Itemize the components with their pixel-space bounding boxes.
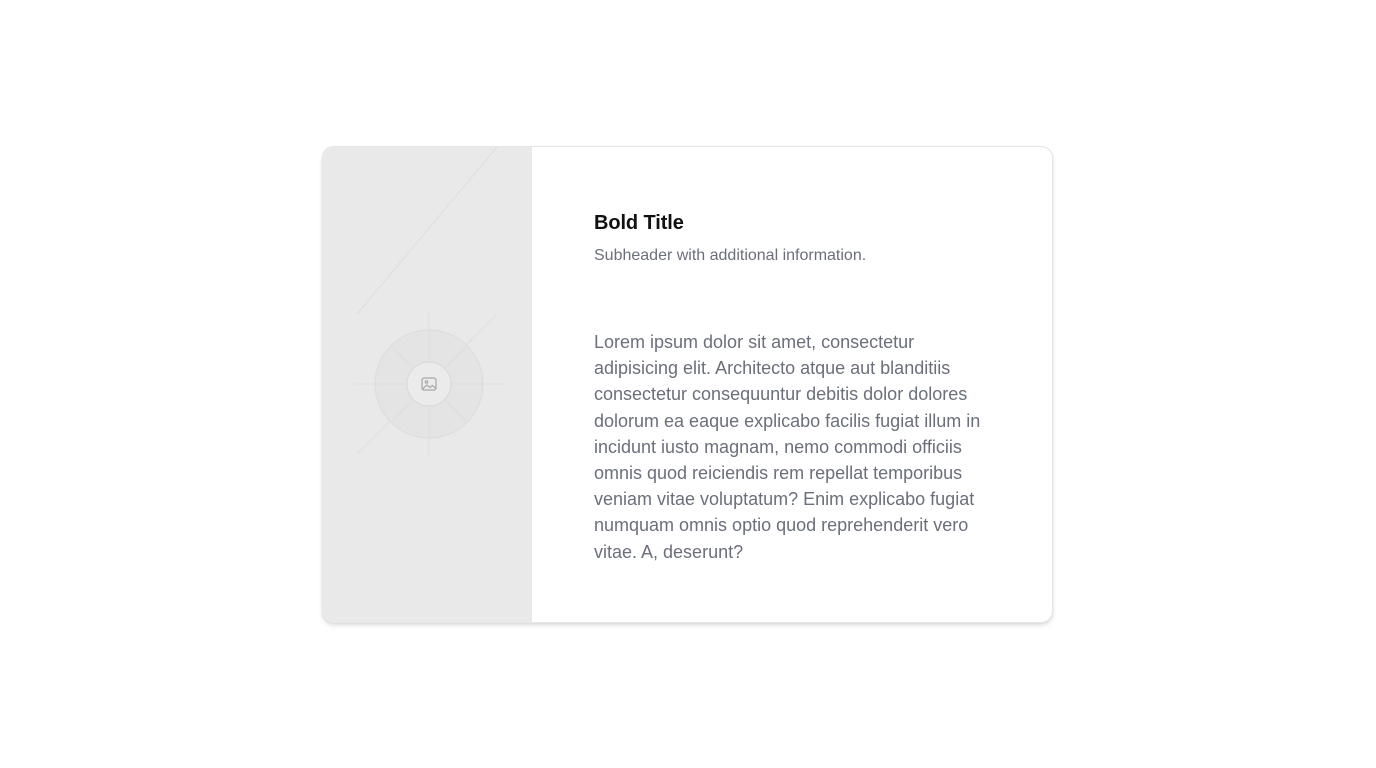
card-body: Lorem ipsum dolor sit amet, consectetur … — [594, 332, 981, 562]
card-content: Bold Title Subheader with additional inf… — [532, 147, 1052, 622]
content-card: Bold Title Subheader with additional inf… — [322, 146, 1053, 623]
card-title: Bold Title — [594, 212, 684, 234]
card-subtitle: Subheader with additional information. — [594, 247, 867, 264]
image-placeholder-graphic — [353, 147, 505, 457]
image-placeholder — [323, 147, 532, 622]
